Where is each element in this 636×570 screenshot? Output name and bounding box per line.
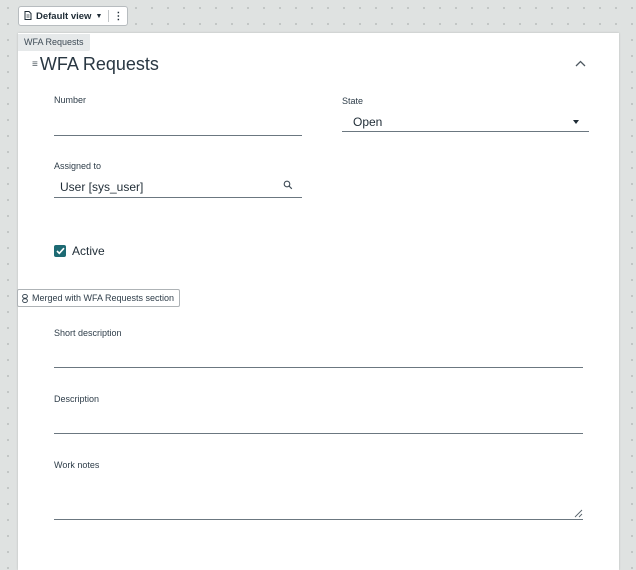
kebab-icon: ⋮ bbox=[113, 10, 124, 22]
active-checkbox[interactable] bbox=[54, 245, 66, 257]
view-toolbar: Default view ▼ ⋮ bbox=[18, 6, 129, 26]
view-selector-button[interactable]: Default view ▼ bbox=[19, 10, 108, 22]
search-icon[interactable] bbox=[283, 180, 293, 190]
state-label: State bbox=[342, 96, 364, 106]
merged-badge-label: Merged with WFA Requests section bbox=[32, 293, 175, 303]
work-notes-label: Work notes bbox=[54, 460, 100, 470]
number-field[interactable] bbox=[54, 116, 302, 136]
merged-section-badge[interactable]: Merged with WFA Requests section bbox=[17, 289, 181, 307]
section-title: WFA Requests bbox=[39, 54, 159, 74]
assigned-to-field[interactable]: User [sys_user] bbox=[54, 178, 302, 198]
state-value: Open bbox=[353, 115, 383, 129]
caret-down-icon: ▼ bbox=[95, 12, 103, 20]
work-notes-field[interactable] bbox=[54, 478, 583, 520]
description-label: Description bbox=[54, 394, 100, 404]
assigned-to-value: User [sys_user] bbox=[60, 180, 144, 194]
short-description-label: Short description bbox=[54, 328, 122, 338]
assigned-to-label: Assigned to bbox=[54, 161, 102, 171]
section-header: ≡ WFA Requests bbox=[32, 54, 159, 75]
number-label: Number bbox=[54, 95, 87, 105]
resize-handle-icon[interactable] bbox=[573, 508, 583, 518]
active-label: Active bbox=[72, 244, 105, 258]
more-options-button[interactable]: ⋮ bbox=[109, 11, 127, 22]
description-field[interactable] bbox=[54, 414, 583, 434]
short-description-field[interactable] bbox=[54, 348, 583, 368]
check-icon bbox=[55, 247, 65, 255]
chevron-up-icon bbox=[575, 60, 586, 67]
link-icon bbox=[22, 293, 28, 303]
view-selector-label: Default view bbox=[36, 10, 92, 22]
document-icon bbox=[24, 10, 32, 22]
collapse-section-button[interactable] bbox=[575, 56, 586, 70]
state-select[interactable]: Open bbox=[342, 112, 589, 132]
caret-down-icon bbox=[573, 120, 579, 124]
section-tag: WFA Requests bbox=[18, 34, 90, 51]
drag-handle-icon[interactable]: ≡ bbox=[32, 59, 38, 70]
